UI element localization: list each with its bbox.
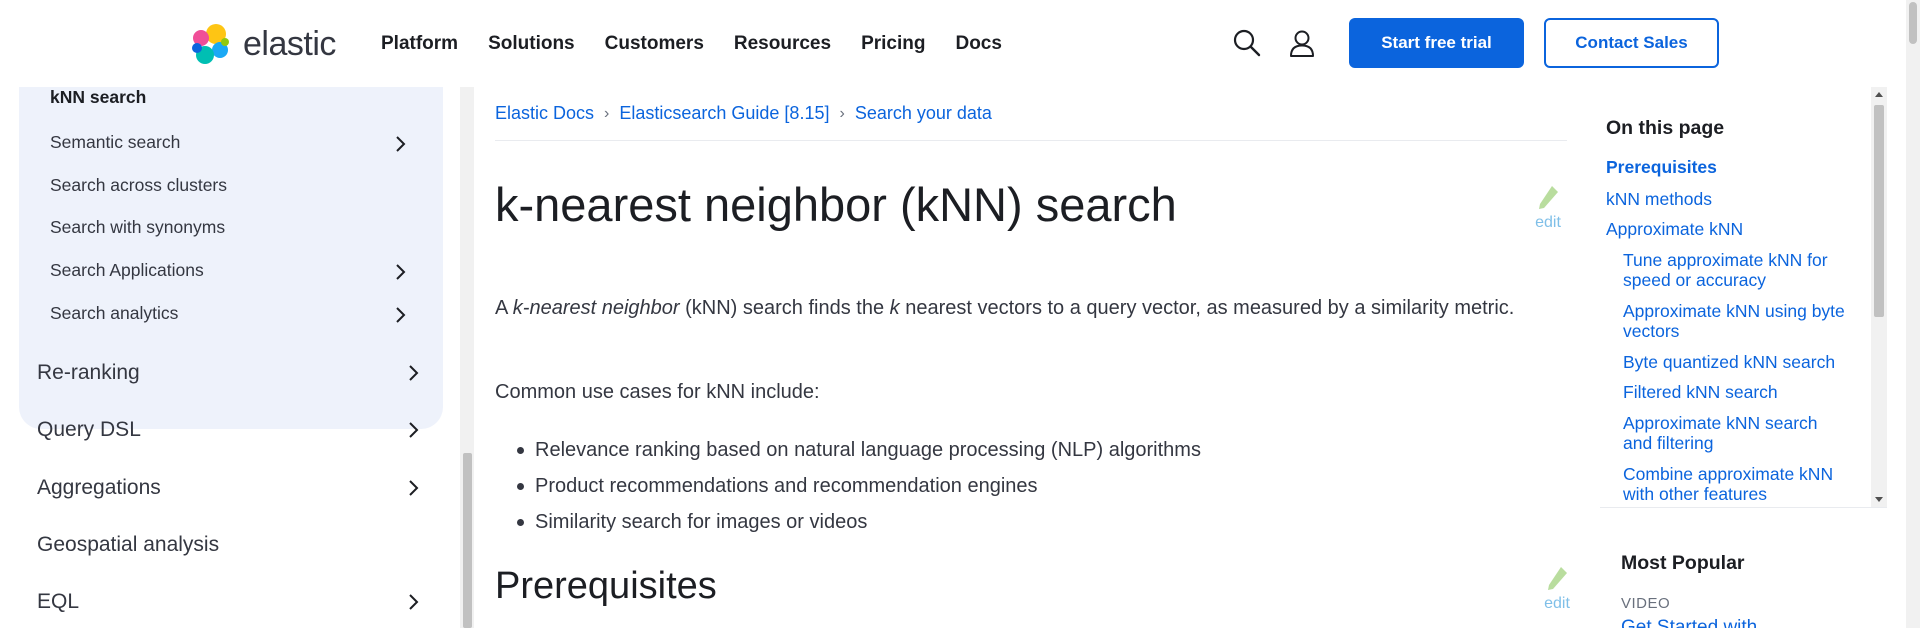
toc-link-approximate-knn[interactable]: Approximate kNN <box>1606 219 1743 239</box>
breadcrumb-separator: › <box>839 104 845 122</box>
most-popular-tag: VIDEO <box>1621 595 1671 612</box>
nav-resources[interactable]: Resources <box>734 30 831 57</box>
toc-link-filtered-knn[interactable]: Filtered kNN search <box>1623 382 1778 402</box>
toc-link-byte-vectors[interactable]: Approximate kNN using byte vectors <box>1623 301 1863 341</box>
nav-platform[interactable]: Platform <box>381 30 458 57</box>
chevron-right-icon[interactable] <box>407 593 419 611</box>
list-item: Relevance ranking based on natural langu… <box>515 432 1201 468</box>
list-item: Product recommendations and recommendati… <box>515 468 1201 504</box>
sidebar-item-query-dsl[interactable]: Query DSL <box>37 418 141 442</box>
toc-link-knn-and-filtering[interactable]: Approximate kNN search and filtering <box>1623 413 1843 453</box>
section-heading-prerequisites: Prerequisites <box>495 565 717 607</box>
pencil-icon <box>1539 186 1558 209</box>
intro-text: nearest vectors to a query vector, as me… <box>899 297 1515 319</box>
toc-scroll-area: On this page Prerequisites kNN methods A… <box>1600 87 1887 507</box>
chevron-right-icon[interactable] <box>394 135 406 153</box>
page-scrollbar-thumb[interactable] <box>1909 2 1917 44</box>
main-nav: Platform Solutions Customers Resources P… <box>381 30 1032 57</box>
sidebar-scrollbar[interactable] <box>460 87 474 628</box>
toc-divider <box>1600 507 1887 508</box>
nav-solutions[interactable]: Solutions <box>488 30 575 57</box>
elastic-logo[interactable]: elastic <box>187 19 337 69</box>
sidebar-item-re-ranking[interactable]: Re-ranking <box>37 361 140 385</box>
sidebar-item-knn-search[interactable]: kNN search <box>50 87 146 108</box>
breadcrumb-elastic-docs[interactable]: Elastic Docs <box>495 103 594 124</box>
chevron-right-icon[interactable] <box>407 364 419 382</box>
breadcrumb-separator: › <box>604 104 610 122</box>
breadcrumb-search-your-data[interactable]: Search your data <box>855 103 992 124</box>
breadcrumb: Elastic Docs › Elasticsearch Guide [8.15… <box>495 103 992 124</box>
sidebar-item-geospatial-analysis[interactable]: Geospatial analysis <box>37 533 219 557</box>
scroll-down-arrow-icon[interactable] <box>1875 497 1883 502</box>
search-icon[interactable] <box>1232 28 1262 58</box>
list-item: Similarity search for images or videos <box>515 504 1201 540</box>
sidebar-item-search-with-synonyms[interactable]: Search with synonyms <box>50 217 225 238</box>
intro-text: A <box>495 297 513 319</box>
toc-link-tune-approximate-knn[interactable]: Tune approximate kNN for speed or accura… <box>1623 250 1853 290</box>
on-this-page-panel: On this page Prerequisites kNN methods A… <box>1600 87 1890 628</box>
toc-scrollbar[interactable] <box>1871 87 1887 507</box>
chevron-right-icon[interactable] <box>394 263 406 281</box>
intro-emphasis-k: k <box>889 297 900 319</box>
sidebar-scrollbar-thumb[interactable] <box>463 453 472 628</box>
use-cases-intro: Common use cases for kNN include: <box>495 381 820 403</box>
article-main: Elastic Docs › Elasticsearch Guide [8.15… <box>495 87 1570 628</box>
toc-link-prerequisites[interactable]: Prerequisites <box>1606 157 1717 177</box>
toc-scrollbar-thumb[interactable] <box>1874 105 1884 317</box>
use-cases-list: Relevance ranking based on natural langu… <box>515 432 1201 540</box>
edit-section-link[interactable]: edit <box>1537 565 1570 613</box>
edit-title-link[interactable]: edit <box>1528 184 1568 232</box>
scroll-up-arrow-icon[interactable] <box>1875 92 1883 97</box>
sidebar-item-search-across-clusters[interactable]: Search across clusters <box>50 175 227 196</box>
nav-pricing[interactable]: Pricing <box>861 30 925 57</box>
intro-text: (kNN) search finds the <box>679 297 890 319</box>
page-title: k-nearest neighbor (kNN) search <box>495 178 1177 231</box>
nav-customers[interactable]: Customers <box>605 30 704 57</box>
logo-text: elastic <box>243 24 336 63</box>
chevron-right-icon[interactable] <box>394 306 406 324</box>
sidebar-item-search-analytics[interactable]: Search analytics <box>50 303 178 324</box>
chevron-right-icon[interactable] <box>407 479 419 497</box>
user-icon[interactable] <box>1287 28 1317 58</box>
pencil-icon <box>1548 567 1567 590</box>
toc-link-combine-knn[interactable]: Combine approximate kNN with other featu… <box>1623 464 1853 504</box>
sidebar-item-aggregations[interactable]: Aggregations <box>37 476 161 500</box>
edit-label: edit <box>1535 214 1561 231</box>
site-header: elastic Platform Solutions Customers Res… <box>0 0 1920 87</box>
toc-title: On this page <box>1606 117 1725 139</box>
sidebar-item-semantic-search[interactable]: Semantic search <box>50 132 180 153</box>
nav-docs[interactable]: Docs <box>955 30 1001 57</box>
docs-sidebar: kNN search Semantic search Search across… <box>0 87 460 628</box>
breadcrumb-elasticsearch-guide[interactable]: Elasticsearch Guide [8.15] <box>619 103 829 124</box>
start-free-trial-button[interactable]: Start free trial <box>1349 18 1524 68</box>
edit-label: edit <box>1544 595 1570 612</box>
contact-sales-button[interactable]: Contact Sales <box>1544 18 1719 68</box>
intro-paragraph: A k-nearest neighbor (kNN) search finds … <box>495 293 1515 323</box>
most-popular-link[interactable]: Get Started with <box>1621 617 1757 628</box>
elastic-logo-icon <box>192 24 229 64</box>
page-scrollbar[interactable] <box>1906 0 1920 628</box>
sidebar-item-eql[interactable]: EQL <box>37 590 79 614</box>
chevron-right-icon[interactable] <box>407 421 419 439</box>
breadcrumb-divider <box>495 140 1567 141</box>
intro-emphasis: k-nearest neighbor <box>512 297 680 319</box>
sidebar-item-search-applications[interactable]: Search Applications <box>50 260 204 281</box>
toc-link-knn-methods[interactable]: kNN methods <box>1606 189 1712 209</box>
most-popular-title: Most Popular <box>1621 552 1745 574</box>
toc-link-byte-quantized[interactable]: Byte quantized kNN search <box>1623 352 1835 372</box>
